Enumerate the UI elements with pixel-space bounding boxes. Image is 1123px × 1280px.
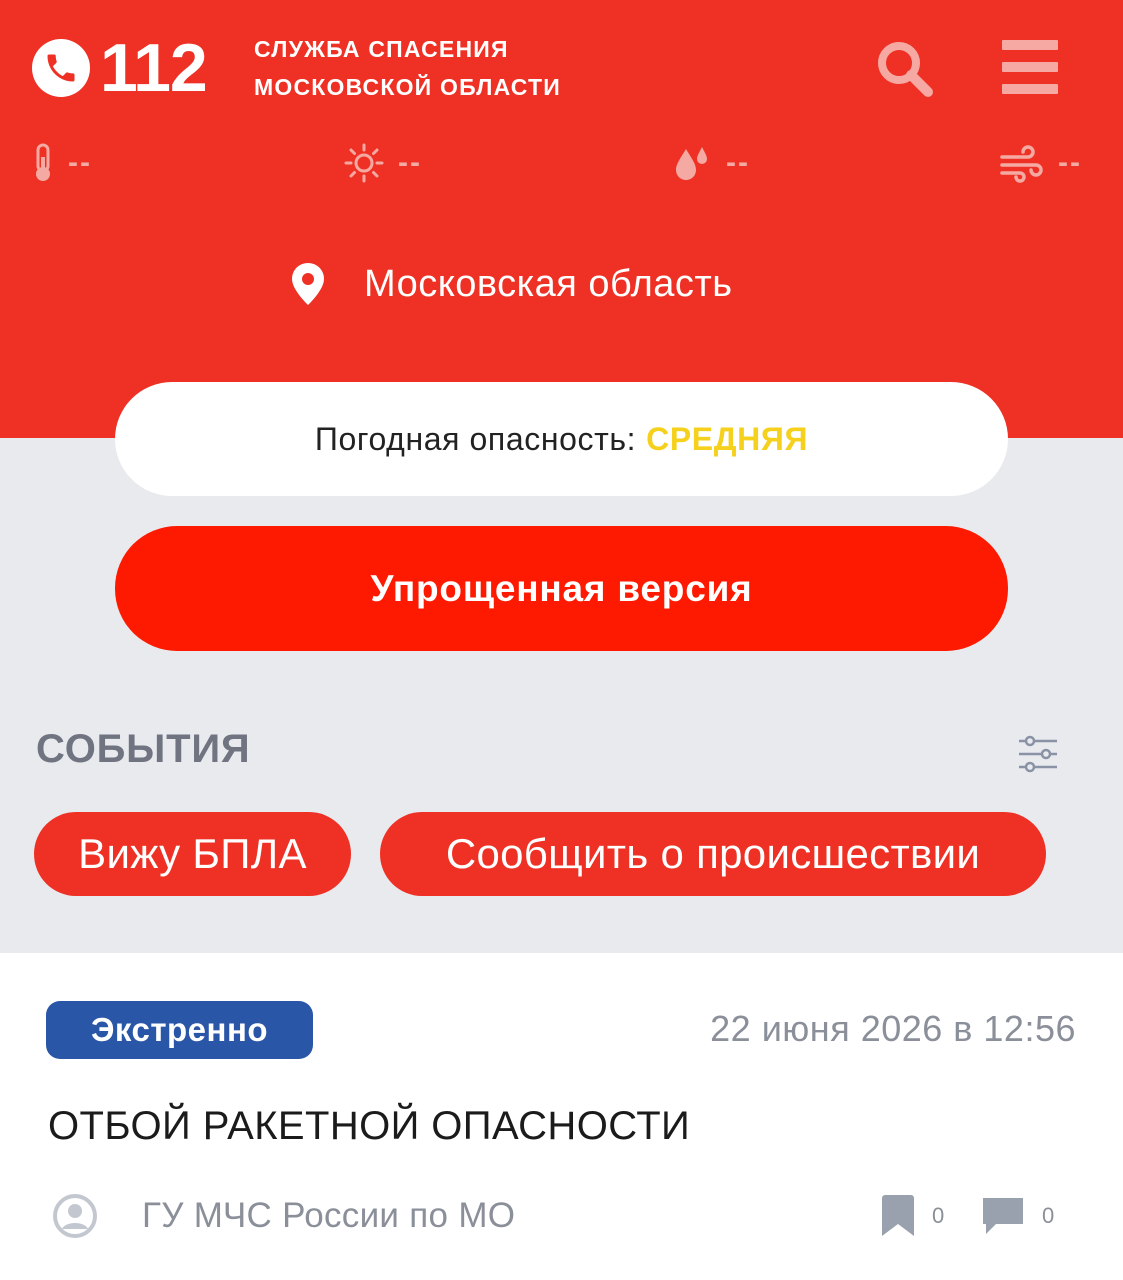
search-button[interactable] — [872, 36, 936, 100]
location-selector[interactable]: Московская область — [290, 256, 733, 312]
location-name: Московская область — [364, 262, 733, 305]
sun-icon — [344, 143, 384, 183]
comment-icon — [983, 1198, 1023, 1234]
humidity-value: -- — [726, 146, 750, 179]
see-drone-button[interactable]: Вижу БПЛА — [34, 812, 351, 896]
temperature-metric: -- — [32, 140, 92, 186]
emergency-badge: Экстренно — [46, 1001, 313, 1059]
user-avatar-icon — [53, 1194, 97, 1238]
event-author: ГУ МЧС России по МО — [52, 1190, 515, 1242]
comments-button[interactable]: 0 — [980, 1192, 1054, 1240]
uv-metric: -- — [344, 140, 422, 186]
service-name-line-1: СЛУЖБА СПАСЕНИЯ — [254, 36, 509, 62]
location-pin-icon — [292, 263, 324, 305]
hazard-label: Погодная опасность: — [314, 420, 637, 457]
bookmark-count: 0 — [932, 1203, 945, 1228]
filter-sliders-icon — [1019, 735, 1057, 773]
wind-value: -- — [1058, 146, 1082, 179]
temperature-value: -- — [68, 146, 92, 179]
wind-icon — [1000, 145, 1043, 183]
weather-hazard-card[interactable]: Погодная опасность: СРЕДНЯЯ — [115, 382, 1008, 496]
droplets-icon — [676, 147, 707, 180]
logo-112[interactable]: 112 — [32, 30, 208, 106]
comments-count: 0 — [1042, 1203, 1055, 1228]
report-incident-button[interactable]: Сообщить о происшествии — [380, 812, 1046, 896]
menu-button[interactable] — [998, 36, 1062, 98]
menu-icon — [1002, 40, 1058, 50]
event-title[interactable]: ОТБОЙ РАКЕТНОЙ ОПАСНОСТИ — [48, 1104, 690, 1149]
wind-metric: -- — [1000, 140, 1082, 186]
logo-number: 112 — [100, 30, 208, 106]
service-name: СЛУЖБА СПАСЕНИЯ МОСКОВСКОЙ ОБЛАСТИ — [254, 30, 561, 106]
events-title: СОБЫТИЯ — [36, 727, 251, 771]
filter-button[interactable] — [1016, 734, 1060, 774]
thermometer-icon — [36, 143, 50, 181]
simple-version-button[interactable]: Упрощенная версия — [115, 526, 1008, 651]
hazard-level: СРЕДНЯЯ — [646, 420, 809, 457]
humidity-metric: -- — [672, 140, 750, 186]
service-name-line-2: МОСКОВСКОЙ ОБЛАСТИ — [254, 74, 562, 100]
bookmark-icon — [882, 1195, 914, 1236]
phone-icon — [32, 39, 90, 97]
uv-value: -- — [398, 146, 422, 179]
event-date: 22 июня 2026 в 12:56 — [710, 1008, 1076, 1049]
search-icon — [878, 42, 933, 97]
author-name: ГУ МЧС России по МО — [142, 1196, 516, 1235]
bookmark-button[interactable]: 0 — [880, 1192, 944, 1240]
